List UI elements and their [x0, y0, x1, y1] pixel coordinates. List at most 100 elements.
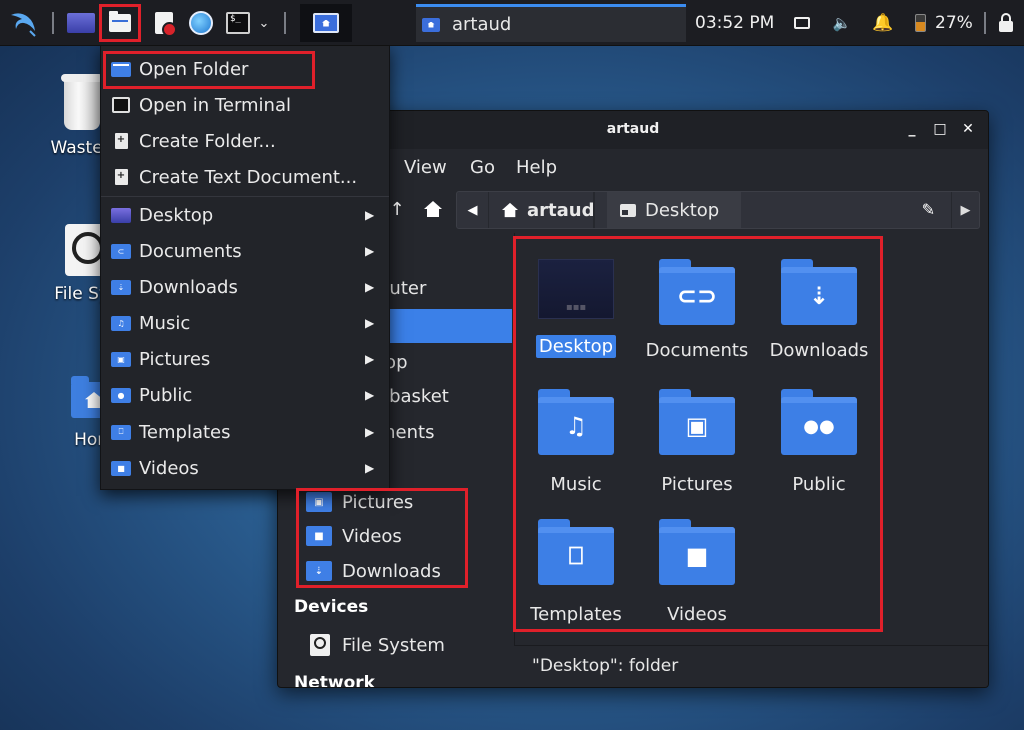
menu-item-label: Pictures: [139, 348, 211, 370]
templates-folder-icon: ⎕: [111, 424, 131, 440]
maximize-button[interactable]: □: [930, 119, 950, 139]
sidebar-item-downloads[interactable]: ⇣ Downloads: [278, 554, 512, 588]
menu-item-label: Create Folder...: [139, 130, 276, 152]
sidebar-item-videos[interactable]: ■ Videos: [278, 519, 512, 553]
workspace-icon: [67, 13, 95, 33]
pictures-folder-icon: ▣: [306, 492, 332, 512]
applications-menu-button[interactable]: [6, 7, 40, 39]
menu-item-create-folder[interactable]: + Create Folder...: [101, 123, 389, 159]
public-folder-icon: ●●: [781, 389, 857, 455]
submenu-arrow-icon: ▶: [365, 425, 375, 439]
menu-item-desktop[interactable]: Desktop ▶: [101, 197, 389, 233]
downloads-folder-icon: ⇣: [781, 259, 857, 325]
web-browser-launcher[interactable]: [186, 7, 216, 39]
documents-folder-icon: ⊂⊃: [659, 259, 735, 325]
clock[interactable]: 03:52 PM: [695, 0, 774, 46]
menu-item-label: Open Folder: [139, 58, 249, 80]
terminal-icon: $_: [226, 12, 250, 34]
file-item-pictures[interactable]: ▣ Pictures: [637, 389, 757, 496]
sidebar-heading-network: Network: [294, 673, 375, 687]
desktop-folder-icon: [620, 204, 636, 217]
sidebar-item-label: File System: [342, 634, 445, 656]
breadcrumb-home-label: artaud: [527, 199, 595, 221]
file-item-label: Downloads: [769, 340, 869, 361]
minimize-button[interactable]: _: [902, 119, 922, 139]
lock-screen-icon[interactable]: [996, 12, 1016, 33]
terminal-dropdown-button[interactable]: ⌄: [256, 7, 272, 39]
chevron-down-icon: ⌄: [258, 15, 270, 31]
taskbar-separator: [52, 12, 54, 34]
battery-icon[interactable]: [910, 13, 930, 33]
terminal-launcher[interactable]: $_: [223, 7, 253, 39]
file-item-documents[interactable]: ⊂⊃ Documents: [637, 259, 757, 362]
file-manager-launcher[interactable]: [99, 4, 141, 42]
volume-icon[interactable]: 🔈: [832, 13, 852, 33]
file-item-public[interactable]: ●● Public: [759, 389, 879, 496]
menu-item-label: Public: [139, 384, 193, 406]
new-document-icon: +: [114, 169, 128, 185]
drive-icon: [310, 634, 330, 656]
home-button[interactable]: [418, 191, 448, 227]
statusbar: "Desktop": folder: [514, 645, 988, 687]
menu-item-open-in-terminal[interactable]: Open in Terminal: [101, 87, 389, 123]
videos-folder-icon: ■: [306, 526, 332, 546]
folder-launcher-menu: Open Folder Open in Terminal + Create Fo…: [100, 44, 390, 490]
pictures-folder-icon: ▣: [659, 389, 735, 455]
file-item-label: Desktop: [535, 335, 617, 358]
taskbar-window-artaud[interactable]: artaud: [416, 4, 686, 42]
sidebar-item-file-system[interactable]: File System: [278, 628, 512, 662]
taskbar-separator: [284, 12, 286, 34]
breadcrumb-desktop[interactable]: Desktop: [607, 192, 741, 228]
menu-item-label: Videos: [139, 457, 199, 479]
menu-item-templates[interactable]: ⎕ Templates ▶: [101, 414, 389, 450]
file-item-label: Pictures: [661, 474, 733, 495]
menu-item-downloads[interactable]: ⇣ Downloads ▶: [101, 269, 389, 305]
folder-icon: [109, 11, 131, 32]
menu-item-label: Templates: [139, 421, 231, 443]
home-window-icon: [313, 13, 339, 33]
path-scroll-right-button[interactable]: ▶: [951, 192, 979, 228]
home-icon: [424, 201, 442, 217]
close-button[interactable]: ✕: [958, 119, 978, 139]
file-item-templates[interactable]: ⎕ Templates: [516, 519, 636, 626]
display-icon[interactable]: [792, 13, 812, 33]
window-thumbnail-button[interactable]: [300, 4, 352, 42]
notification-bell-icon[interactable]: 🔔: [872, 13, 893, 33]
text-editor-launcher[interactable]: [150, 7, 178, 39]
edit-path-pencil-icon[interactable]: ✎: [922, 200, 935, 219]
folder-view[interactable]: ▪▪▪ Desktop ⊂⊃ Documents ⇣ Downloads ♫ M…: [514, 233, 988, 645]
taskbar: $_ ⌄ artaud 03:52 PM 🔈 🔔 27%: [0, 0, 1024, 46]
pictures-folder-icon: ▣: [111, 351, 131, 367]
menu-item-label: Documents: [139, 240, 242, 262]
workspace-switcher[interactable]: [66, 7, 96, 39]
menu-help[interactable]: Help: [516, 157, 557, 178]
file-item-downloads[interactable]: ⇣ Downloads: [759, 259, 879, 362]
menu-item-pictures[interactable]: ▣ Pictures ▶: [101, 341, 389, 377]
file-item-desktop[interactable]: ▪▪▪ Desktop: [516, 259, 636, 358]
submenu-arrow-icon: ▶: [365, 316, 375, 330]
taskbar-separator: [984, 12, 986, 34]
menu-item-music[interactable]: ♫ Music ▶: [101, 305, 389, 341]
file-item-music[interactable]: ♫ Music: [516, 389, 636, 496]
terminal-icon: [112, 97, 130, 113]
menu-item-label: Open in Terminal: [139, 94, 291, 116]
menu-item-label: Desktop: [139, 204, 214, 226]
menu-item-public[interactable]: ● Public ▶: [101, 377, 389, 413]
menu-item-documents[interactable]: ⊂ Documents ▶: [101, 233, 389, 269]
status-text: "Desktop": folder: [532, 656, 679, 676]
menu-go[interactable]: Go: [470, 157, 495, 178]
menu-item-create-text-document[interactable]: + Create Text Document...: [101, 159, 389, 195]
submenu-arrow-icon: ▶: [365, 352, 375, 366]
menu-item-open-folder[interactable]: Open Folder: [101, 51, 389, 87]
sidebar-item-pictures[interactable]: ▣ Pictures: [278, 485, 512, 519]
submenu-arrow-icon: ▶: [365, 461, 375, 475]
taskbar-window-title: artaud: [452, 14, 512, 35]
sidebar-item-label: Downloads: [342, 560, 441, 582]
menu-item-videos[interactable]: ■ Videos ▶: [101, 450, 389, 486]
menu-view[interactable]: View: [404, 157, 447, 178]
file-item-videos[interactable]: ■ Videos: [637, 519, 757, 626]
videos-folder-icon: ■: [111, 460, 131, 476]
breadcrumb-home[interactable]: artaud: [501, 192, 594, 228]
file-item-label: Public: [792, 474, 846, 495]
path-scroll-left-button[interactable]: ◀: [457, 192, 489, 228]
